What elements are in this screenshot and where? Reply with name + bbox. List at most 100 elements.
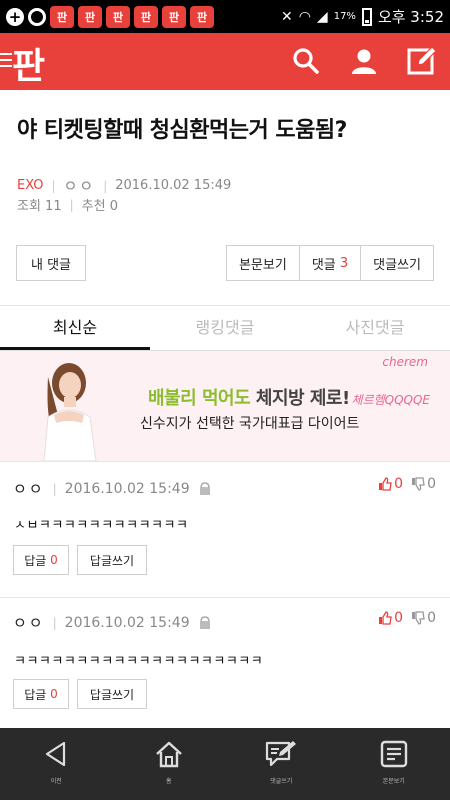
pann-notification-icon: 판 xyxy=(78,5,102,28)
back-icon xyxy=(46,741,66,767)
nav-home[interactable]: 홈 xyxy=(113,728,226,800)
upvote-button[interactable]: 0 xyxy=(378,610,403,626)
pann-notification-icon: 판 xyxy=(190,5,214,28)
comment-meta: ㅇㅇ | 2016.10.02 15:49 xyxy=(13,612,212,633)
write-reply-button[interactable]: 답글쓰기 xyxy=(77,545,147,575)
downvote-button[interactable]: 0 xyxy=(411,476,436,492)
banner-script-logo: 체르헴QQQQE xyxy=(351,393,430,407)
meta-separator: | xyxy=(103,178,108,193)
model-photo xyxy=(26,357,112,461)
post-author: ㅇㅇ xyxy=(63,177,96,195)
pann-notification-icon: 판 xyxy=(162,5,186,28)
comment-author: ㅇㅇ xyxy=(13,614,45,632)
status-bar: + 판 판 판 판 판 판 ✕ ◠ ◢ 17% 오후 3:52 xyxy=(0,0,450,33)
reply-button[interactable]: 답글 0 xyxy=(13,545,69,575)
banner-brand: cherem xyxy=(382,355,428,369)
circle-icon xyxy=(28,7,46,26)
write-comment-icon xyxy=(266,741,297,767)
bottom-nav: 이전 홈 댓글쓰기 본문보기 xyxy=(0,728,450,800)
pann-notification-icon: 판 xyxy=(50,5,74,28)
reply-button[interactable]: 답글 0 xyxy=(13,679,69,709)
reply-label: 답글 xyxy=(24,687,47,702)
downvote-button[interactable]: 0 xyxy=(411,610,436,626)
write-comment-label: 댓글쓰기 xyxy=(373,257,421,273)
report-icon[interactable] xyxy=(198,615,212,630)
comment-author: ㅇㅇ xyxy=(13,480,45,498)
post-category[interactable]: EXO xyxy=(17,178,44,193)
comment-divider xyxy=(0,597,450,598)
meta-separator: | xyxy=(69,197,74,212)
signal-icon: ◢ xyxy=(316,8,328,25)
clock: 오후 3:52 xyxy=(377,8,444,26)
nav-view-post[interactable]: 본문보기 xyxy=(338,728,450,800)
nav-home-label: 홈 xyxy=(165,778,172,785)
post-stats: 조회 11 | 추천 0 xyxy=(17,195,118,215)
app-header: 판 xyxy=(0,33,450,90)
banner-headline: 배불리 먹어도 체지방 제로! xyxy=(148,384,350,410)
comment-sort-tabs: 최신순 랭킹댓글 사진댓글 xyxy=(0,308,450,351)
write-comment-button[interactable]: 댓글쓰기 xyxy=(361,246,433,280)
nav-back-label: 이전 xyxy=(50,778,62,785)
comments-count: 3 xyxy=(339,255,349,271)
nav-view-post-label: 본문보기 xyxy=(382,778,405,785)
upvote-count: 0 xyxy=(394,476,404,492)
thumbs-down-icon xyxy=(412,611,425,625)
upvote-count: 0 xyxy=(394,610,404,626)
meta-separator: | xyxy=(52,615,57,630)
search-icon[interactable] xyxy=(288,43,324,79)
nav-write-comment[interactable]: 댓글쓰기 xyxy=(225,728,338,800)
ad-banner[interactable]: cherem 배불리 먹어도 체지방 제로! 체르헴QQQQE 신수지가 선택한… xyxy=(0,351,450,461)
battery-icon xyxy=(361,7,372,26)
document-icon xyxy=(380,740,407,768)
post-meta: EXO | ㅇㅇ | 2016.10.02 15:49 xyxy=(17,175,231,196)
wifi-icon: ◠ xyxy=(298,8,311,25)
nav-back[interactable]: 이전 xyxy=(0,728,113,800)
view-post-button[interactable]: 본문보기 xyxy=(227,246,300,280)
comment-votes: 0 0 xyxy=(378,610,436,626)
pann-logo[interactable]: 판 xyxy=(12,37,45,89)
user-icon[interactable] xyxy=(346,43,382,79)
comments-button[interactable]: 댓글 3 xyxy=(300,246,362,280)
section-divider xyxy=(0,305,450,306)
plus-icon: + xyxy=(6,7,24,26)
pann-notification-icon: 판 xyxy=(106,5,130,28)
banner-subline: 신수지가 선택한 국가대표급 다이어트 xyxy=(140,416,360,432)
comment-votes: 0 0 xyxy=(378,476,436,492)
comment-text: ㅅㅂㅋㅋㅋㅋㅋㅋㅋㅋㅋㅋㅋㅋ xyxy=(14,518,189,533)
comment-date: 2016.10.02 15:49 xyxy=(64,614,190,631)
battery-percent: 17% xyxy=(333,11,356,22)
thumbs-up-icon xyxy=(379,477,392,491)
tab-photo[interactable]: 사진댓글 xyxy=(300,308,450,350)
write-post-icon[interactable] xyxy=(404,43,440,79)
meta-separator: | xyxy=(52,481,57,496)
post-views: 조회 11 xyxy=(17,199,62,214)
my-comments-button[interactable]: 내 댓글 xyxy=(16,245,86,281)
section-divider xyxy=(0,461,450,462)
home-icon xyxy=(155,741,182,768)
comment-text: ㅋㅋㅋㅋㅋㅋㅋㅋㅋㅋㅋㅋㅋㅋㅋㅋㅋㅋㅋㅋ xyxy=(14,654,264,669)
reply-count: 0 xyxy=(50,687,58,701)
post-date: 2016.10.02 15:49 xyxy=(115,178,232,193)
comment-date: 2016.10.02 15:49 xyxy=(64,480,190,497)
write-reply-button[interactable]: 답글쓰기 xyxy=(77,679,147,709)
banner-headline-part1: 배불리 먹어도 xyxy=(148,388,256,409)
pann-notification-icon: 판 xyxy=(134,5,158,28)
system-indicators: ✕ ◠ ◢ 17% 오후 3:52 xyxy=(281,6,444,27)
post-likes: 추천 0 xyxy=(81,199,118,214)
notification-icons: + 판 판 판 판 판 판 xyxy=(6,5,214,28)
menu-icon[interactable] xyxy=(0,53,12,71)
comments-label: 댓글 xyxy=(311,257,336,273)
tab-ranking[interactable]: 랭킹댓글 xyxy=(150,308,300,350)
upvote-button[interactable]: 0 xyxy=(378,476,403,492)
thumbs-down-icon xyxy=(412,477,425,491)
mute-icon: ✕ xyxy=(280,8,293,25)
post-action-group: 본문보기 댓글 3 댓글쓰기 xyxy=(225,245,434,281)
comment-meta: ㅇㅇ | 2016.10.02 15:49 xyxy=(13,478,212,499)
reply-count: 0 xyxy=(50,553,58,567)
downvote-count: 0 xyxy=(427,610,436,626)
nav-write-comment-label: 댓글쓰기 xyxy=(270,778,293,785)
meta-separator: | xyxy=(51,178,56,193)
tab-latest[interactable]: 최신순 xyxy=(0,308,150,350)
report-icon[interactable] xyxy=(198,481,212,496)
banner-headline-part2: 체지방 제로! xyxy=(255,388,350,409)
